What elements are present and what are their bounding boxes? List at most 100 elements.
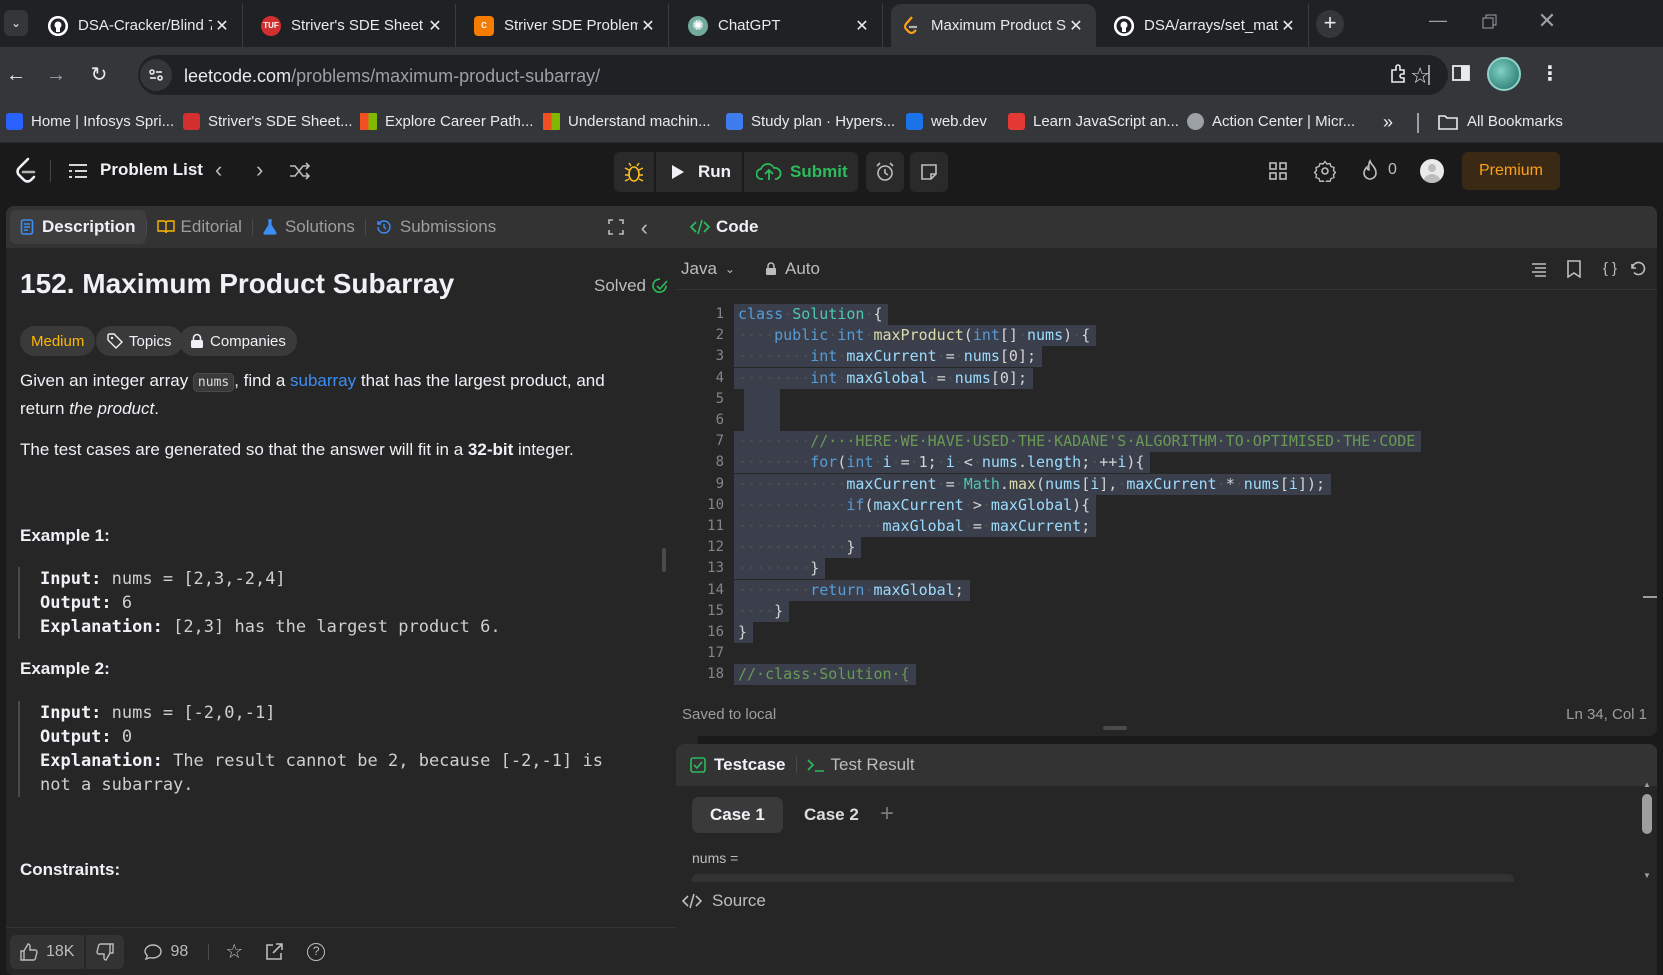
bookmark-item[interactable]: Learn JavaScript an... [1008,113,1179,130]
shuffle-icon[interactable] [289,162,311,180]
help-icon[interactable]: ? [307,942,326,961]
debug-button[interactable] [614,152,654,192]
code-line[interactable]: } [738,622,747,643]
site-info-icon[interactable] [140,59,172,91]
code-line[interactable]: ············if(maxCurrent·>·maxGlobal){ [738,495,1090,516]
bookmark-item[interactable]: Striver's SDE Sheet... [183,113,353,130]
code-line[interactable]: class·Solution·{ [738,304,883,325]
case-2-tab[interactable]: Case 2 [786,797,877,833]
subarray-link[interactable]: subarray [290,371,356,390]
code-line[interactable]: ····public·int·maxProduct(int[]·nums)·{ [738,325,1090,346]
like-button[interactable]: 18K [10,934,85,969]
dislike-button[interactable] [86,934,125,969]
layout-grid-icon[interactable] [1268,161,1288,181]
testcase-scrollbar[interactable]: ▲ ▼ [1640,780,1654,880]
streak-counter[interactable]: 0 [1360,159,1397,181]
bookmark-item[interactable]: Home | Infosys Spri... [6,113,174,130]
add-case-button[interactable]: + [880,800,894,828]
tab-description[interactable]: Description [10,210,146,244]
forward-button[interactable]: → [42,61,70,89]
tab-solutions[interactable]: Solutions [253,206,365,248]
browser-tab[interactable]: C Striver SDE Problems ✕ [464,4,669,47]
profile-avatar[interactable] [1487,57,1521,91]
reload-button[interactable]: ↻ [85,61,113,89]
browser-tab[interactable]: Maximum Product Su ✕ [891,4,1096,47]
code-line[interactable]: //·class·Solution·{ [738,664,910,685]
tab-editorial[interactable]: Editorial [147,206,252,248]
restore-button[interactable] [1480,12,1500,32]
browser-menu-icon[interactable]: ⋮ [1540,61,1560,86]
bookmark-item[interactable]: web.dev [906,113,987,130]
tab-test-result[interactable]: Test Result [806,755,915,775]
browser-tab[interactable]: TUF Striver's SDE Sheet – ✕ [251,4,456,47]
close-tab-icon[interactable]: ✕ [1278,16,1298,36]
vertical-resize-handle[interactable] [662,548,666,572]
topics-chip[interactable]: Topics [96,326,183,356]
tab-testcase[interactable]: Testcase [690,755,786,775]
omnibox[interactable]: leetcode.com/problems/maximum-product-su… [138,55,1448,95]
minimize-button[interactable]: — [1425,10,1451,36]
timer-button[interactable] [866,152,904,192]
new-tab-button[interactable]: + [1316,10,1344,38]
next-problem-button[interactable]: › [256,157,263,183]
code-line[interactable]: ············maxCurrent·=·Math.max(nums[i… [738,474,1325,495]
side-panel-icon[interactable] [1451,63,1471,83]
fullscreen-icon[interactable] [608,219,624,235]
browser-tab[interactable]: DSA/arrays/set_matr ✕ [1104,4,1309,47]
bookmark-item[interactable]: Explore Career Path... [360,113,533,130]
share-icon[interactable] [265,942,284,961]
companies-chip[interactable]: Companies [179,326,297,356]
language-select[interactable]: Java ⌄ [681,259,735,279]
code-line[interactable]: ········for(int·i·=·1;·i·<·nums.length;·… [738,452,1144,473]
close-tab-icon[interactable]: ✕ [212,16,232,36]
browser-tab[interactable]: ✺ ChatGPT ✕ [678,4,883,47]
code-line[interactable]: ········int·maxCurrent·=·nums[0]; [738,346,1036,367]
bookmark-item[interactable]: Study plan · Hypers... [726,113,895,130]
prev-problem-button[interactable]: ‹ [215,157,222,183]
settings-gear-icon[interactable] [1314,160,1336,182]
user-avatar[interactable] [1420,159,1444,183]
bookmarks-overflow-button[interactable]: » [1383,112,1393,133]
favorite-star-icon[interactable]: ☆ [225,939,243,964]
auto-mode[interactable]: Auto [765,259,820,279]
problem-list-icon[interactable] [68,163,88,179]
close-tab-icon[interactable]: ✕ [852,16,872,36]
code-line[interactable]: ············} [738,537,855,558]
notes-button[interactable] [910,152,948,192]
tab-search-button[interactable]: ⌄ [4,10,28,36]
comments-button[interactable]: 98 [144,943,188,961]
all-bookmarks-button[interactable]: All Bookmarks [1438,113,1563,130]
browser-tab[interactable]: DSA-Cracker/Blind 7 ✕ [38,4,243,47]
code-line[interactable]: ········return·maxGlobal; [738,580,964,601]
url-text[interactable]: leetcode.com/problems/maximum-product-su… [184,66,600,87]
close-window-button[interactable]: ✕ [1535,8,1559,34]
collapse-panel-icon[interactable]: ‹ [641,215,648,241]
close-tab-icon[interactable]: ✕ [425,16,445,36]
close-tab-icon[interactable]: ✕ [638,16,658,36]
back-button[interactable]: ← [2,61,30,89]
reset-icon[interactable] [1629,260,1647,278]
curly-braces-icon[interactable]: { } [1603,260,1617,277]
code-line[interactable]: ················maxGlobal·=·maxCurrent; [738,516,1090,537]
leetcode-logo[interactable] [14,157,38,185]
source-bar[interactable]: Source [676,882,1657,920]
code-editor[interactable]: 1 class·Solution·{2 ····public·int·maxProd… [676,294,1657,686]
extensions-icon[interactable] [1388,62,1410,84]
code-line[interactable]: ········} [738,558,819,579]
close-tab-icon[interactable]: ✕ [1066,16,1086,36]
bookmark-icon[interactable] [1567,260,1581,278]
problem-list-label[interactable]: Problem List [100,160,203,180]
premium-button[interactable]: Premium [1462,152,1560,190]
submit-button[interactable]: Submit [744,152,858,192]
horizontal-resize-handle[interactable] [1103,726,1127,730]
format-icon[interactable] [1531,261,1547,277]
editor-scrollbar[interactable] [1643,596,1657,598]
run-button[interactable]: Run [656,152,742,192]
case-1-tab[interactable]: Case 1 [692,797,783,833]
bookmark-item[interactable]: Understand machin... [543,113,711,130]
code-line[interactable]: ········int·maxGlobal·=·nums[0]; [738,368,1027,389]
code-line[interactable]: ········//···HERE·WE·HAVE·USED·THE·KADAN… [738,431,1415,452]
code-line[interactable]: ····} [738,601,783,622]
tab-submissions[interactable]: Submissions [366,206,506,248]
bookmark-item[interactable]: Action Center | Micr... [1187,113,1355,130]
